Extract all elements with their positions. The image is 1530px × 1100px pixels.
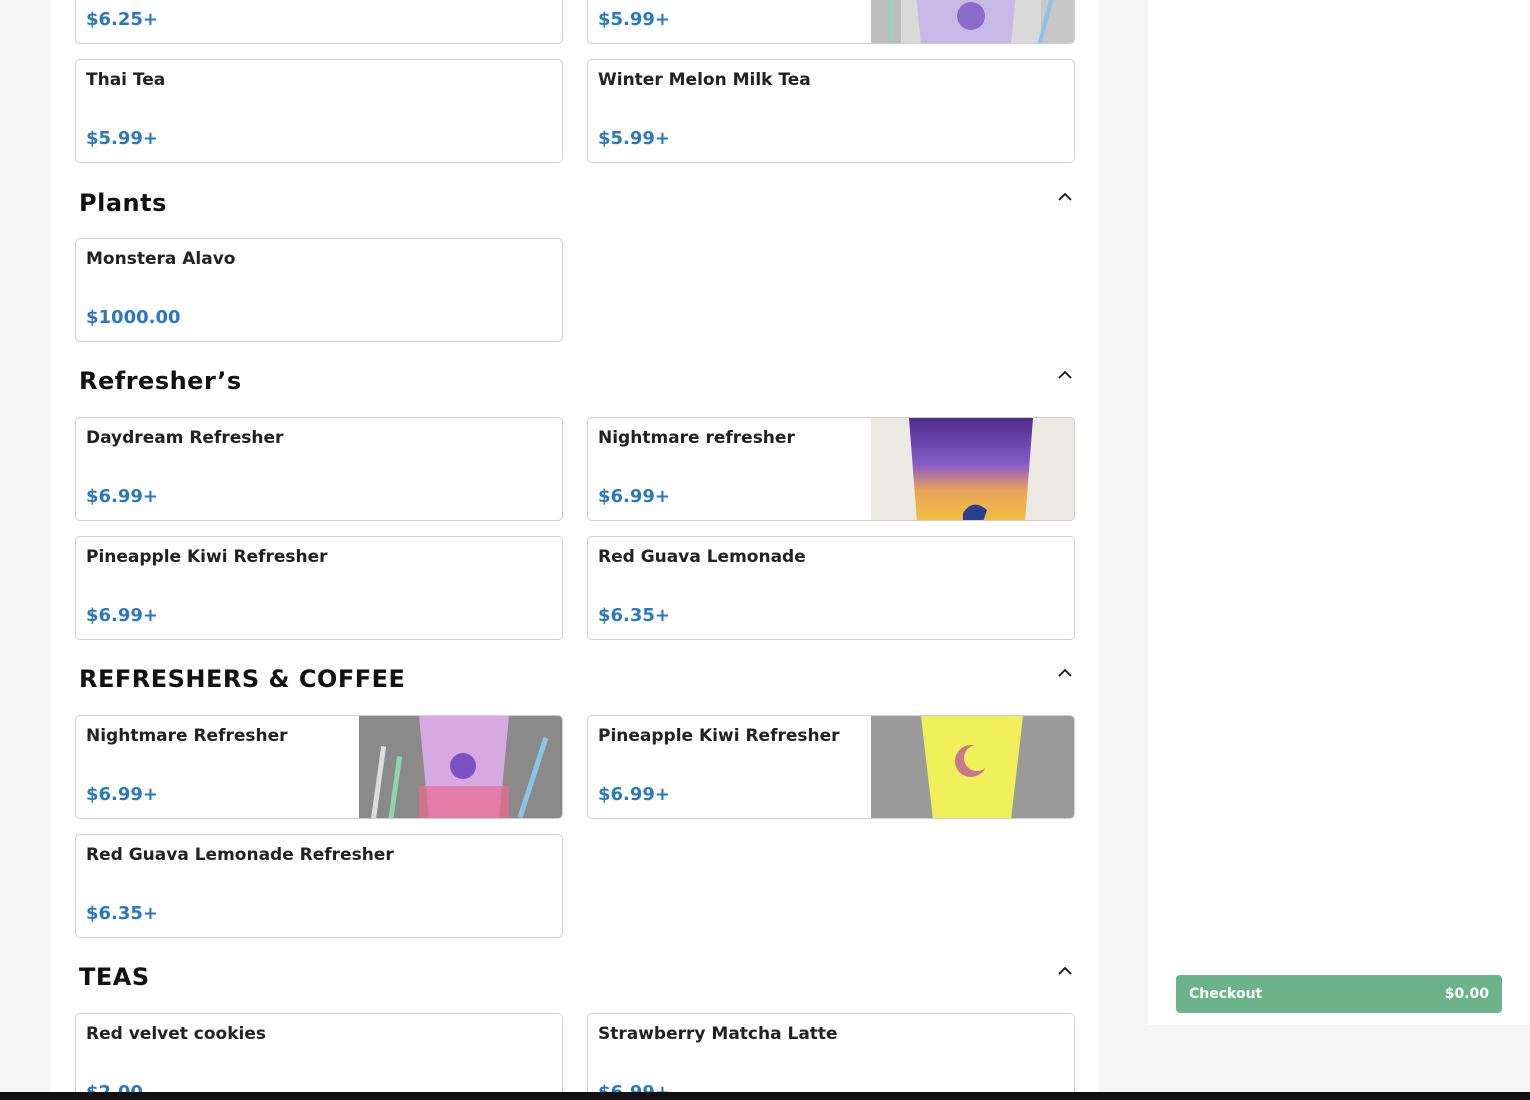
item-name: Nightmare refresher (598, 428, 795, 448)
section-title-refreshers-coffee: REFRESHERS & COFFEE (79, 665, 406, 693)
item-price: $6.99+ (598, 486, 671, 507)
item-price: $6.99+ (86, 486, 159, 507)
chevron-up-icon[interactable] (1057, 667, 1073, 679)
menu-item-monstera[interactable]: Monstera Alavo $1000.00 (75, 238, 563, 342)
menu-item-nightmare-refresher[interactable]: Nightmare Refresher $6.99+ (75, 715, 563, 819)
item-price: $6.99+ (86, 784, 159, 805)
item-image (871, 716, 1074, 818)
section-title-refreshers: Refresher’s (79, 367, 242, 395)
cart-panel (1148, 0, 1530, 1025)
menu-item-nightmare[interactable]: Nightmare refresher $6.99+ (587, 417, 1075, 521)
item-name: Pineapple Kiwi Refresher (598, 726, 840, 746)
item-name: Daydream Refresher (86, 428, 284, 448)
menu-item-red-velvet-cookies[interactable]: Red velvet cookies $2.00 (75, 1013, 563, 1100)
menu-item-thai-tea[interactable]: Thai Tea $5.99+ (75, 59, 563, 163)
item-name: Monstera Alavo (86, 249, 236, 269)
menu-item-winter-melon[interactable]: Winter Melon Milk Tea $5.99+ (587, 59, 1075, 163)
item-name: Red Guava Lemonade (598, 547, 806, 567)
item-image (359, 716, 562, 818)
chevron-up-icon[interactable] (1057, 369, 1073, 381)
item-price: $6.35+ (598, 605, 671, 626)
item-name: Thai Tea (86, 70, 166, 90)
menu-item-card[interactable]: $6.25+ (75, 0, 563, 44)
item-name: Strawberry Matcha Latte (598, 1024, 838, 1044)
menu-item-strawberry-matcha[interactable]: Strawberry Matcha Latte $6.99+ (587, 1013, 1075, 1100)
page: $6.25+ $5.99+ Thai Tea $5.99+ Winter Mel… (0, 0, 1530, 1100)
menu-item-daydream[interactable]: Daydream Refresher $6.99+ (75, 417, 563, 521)
menu-item-red-guava[interactable]: Red Guava Lemonade $6.35+ (587, 536, 1075, 640)
menu-item-pineapple-kiwi-refresher[interactable]: Pineapple Kiwi Refresher $6.99+ (587, 715, 1075, 819)
item-price: $6.25+ (86, 9, 159, 30)
section-title-plants: Plants (79, 189, 167, 217)
item-name: Winter Melon Milk Tea (598, 70, 811, 90)
item-image (871, 0, 1074, 43)
menu-item-card[interactable]: $5.99+ (587, 0, 1075, 44)
item-price: $1000.00 (86, 307, 181, 328)
item-price: $5.99+ (598, 128, 671, 149)
item-price: $5.99+ (86, 128, 159, 149)
chevron-up-icon[interactable] (1057, 965, 1073, 977)
item-name: Nightmare Refresher (86, 726, 288, 746)
checkout-button[interactable]: Checkout $0.00 (1176, 975, 1502, 1013)
item-image (871, 418, 1074, 520)
menu-item-red-guava-refresher[interactable]: Red Guava Lemonade Refresher $6.35+ (75, 834, 563, 938)
chevron-up-icon[interactable] (1057, 191, 1073, 203)
bottom-bar (0, 1092, 1530, 1100)
cart-total: $0.00 (1444, 986, 1489, 1002)
item-price: $6.99+ (86, 605, 159, 626)
checkout-label: Checkout (1189, 986, 1263, 1002)
item-price: $6.99+ (598, 784, 671, 805)
item-name: Pineapple Kiwi Refresher (86, 547, 328, 567)
item-name: Red Guava Lemonade Refresher (86, 845, 394, 865)
item-name: Red velvet cookies (86, 1024, 267, 1044)
item-price: $6.35+ (86, 903, 159, 924)
item-price: $5.99+ (598, 9, 671, 30)
section-title-teas: TEAS (79, 963, 150, 991)
menu-item-pineapple-kiwi[interactable]: Pineapple Kiwi Refresher $6.99+ (75, 536, 563, 640)
